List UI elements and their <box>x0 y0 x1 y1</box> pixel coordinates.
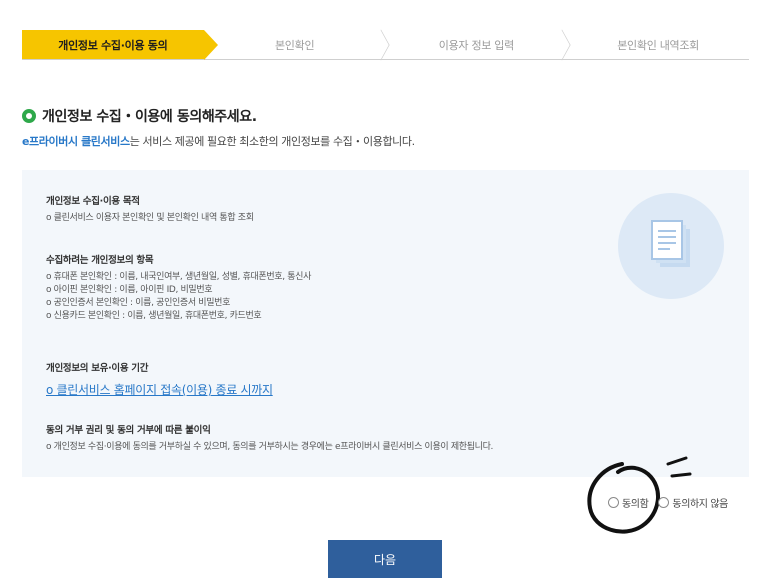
purpose-section: 개인정보 수집·이용 목적 o 클린서비스 이용자 본인확인 및 본인확인 내역… <box>46 193 254 225</box>
intro-rest: 는 서비스 제공에 필요한 최소한의 개인정보를 수집・이용합니다. <box>129 135 415 148</box>
refusal-title: 동의 거부 권리 및 동의 거부에 따른 불이익 <box>46 425 211 436</box>
consent-info-box: 개인정보 수집·이용 목적 o 클린서비스 이용자 본인확인 및 본인확인 내역… <box>22 170 749 477</box>
refusal-line: o 개인정보 수집·이용에 동의를 거부하실 수 있으며, 동의를 거부하시는 … <box>46 442 494 452</box>
brand-name: e프라이버시 클린서비스 <box>22 135 130 148</box>
agree-radio[interactable] <box>608 497 619 508</box>
step-user-info: 이용자 정보 입력 <box>386 29 571 61</box>
disagree-radio[interactable] <box>658 497 670 508</box>
agree-label: 동의함 <box>622 499 649 510</box>
disagree-option[interactable]: 동의하지 않음 <box>658 495 728 510</box>
step-consent-label: 개인정보 수집·이용 동의 <box>58 38 168 52</box>
consent-radio-group: 동의함 동의하지 않음 <box>608 495 738 510</box>
items-section: 수집하려는 개인정보의 항목 o 휴대폰 본인확인 : 이름, 내국인여부, 생… <box>46 252 311 323</box>
page-title: 개인정보 수집・이용에 동의해주세요. <box>42 109 257 125</box>
refusal-section: 동의 거부 권리 및 동의 거부에 따른 불이익 o 개인정보 수집·이용에 동… <box>46 422 493 454</box>
retention-link[interactable]: o 클린서비스 홈페이지 접속(이용) 종료 시까지 <box>46 383 273 397</box>
retention-title: 개인정보의 보유·이용 기간 <box>46 363 149 374</box>
next-button[interactable]: 다음 <box>328 540 442 578</box>
items-line: o 휴대폰 본인확인 : 이름, 내국인여부, 생년월일, 성별, 휴대폰번호,… <box>46 272 312 282</box>
retention-section: 개인정보의 보유·이용 기간 o 클린서비스 홈페이지 접속(이용) 종료 시까… <box>46 360 273 398</box>
circle-bullet-icon <box>22 109 36 123</box>
disagree-label: 동의하지 않음 <box>672 499 728 510</box>
step-history-label: 본인확인 내역조회 <box>617 38 699 52</box>
document-icon <box>618 193 724 299</box>
step-history: 본인확인 내역조회 <box>567 30 749 59</box>
agree-option[interactable]: 동의함 <box>608 495 649 510</box>
purpose-title: 개인정보 수집·이용 목적 <box>46 196 140 207</box>
step-user-info-label: 이용자 정보 입력 <box>438 38 514 52</box>
step-progress-bar: 개인정보 수집·이용 동의 본인확인 이용자 정보 입력 본인확인 내역조회 <box>22 29 749 61</box>
purpose-line: o 클린서비스 이용자 본인확인 및 본인확인 내역 통합 조회 <box>46 213 254 223</box>
step-consent: 개인정보 수집·이용 동의 <box>22 30 218 60</box>
step-verification-label: 본인확인 <box>274 38 315 52</box>
items-line: o 공인인증서 본인확인 : 이름, 공인인증서 비밀번호 <box>46 298 231 308</box>
items-line: o 아이핀 본인확인 : 이름, 아이핀 ID, 비밀번호 <box>46 285 213 295</box>
intro-text: e프라이버시 클린서비스는 서비스 제공에 필요한 최소한의 개인정보를 수집・… <box>22 133 415 149</box>
items-title: 수집하려는 개인정보의 항목 <box>46 255 154 266</box>
section-heading: 개인정보 수집・이용에 동의해주세요. <box>22 106 257 126</box>
items-line: o 신용카드 본인확인 : 이름, 생년월일, 휴대폰번호, 카드번호 <box>46 311 262 321</box>
step-verification: 본인확인 <box>204 29 390 61</box>
